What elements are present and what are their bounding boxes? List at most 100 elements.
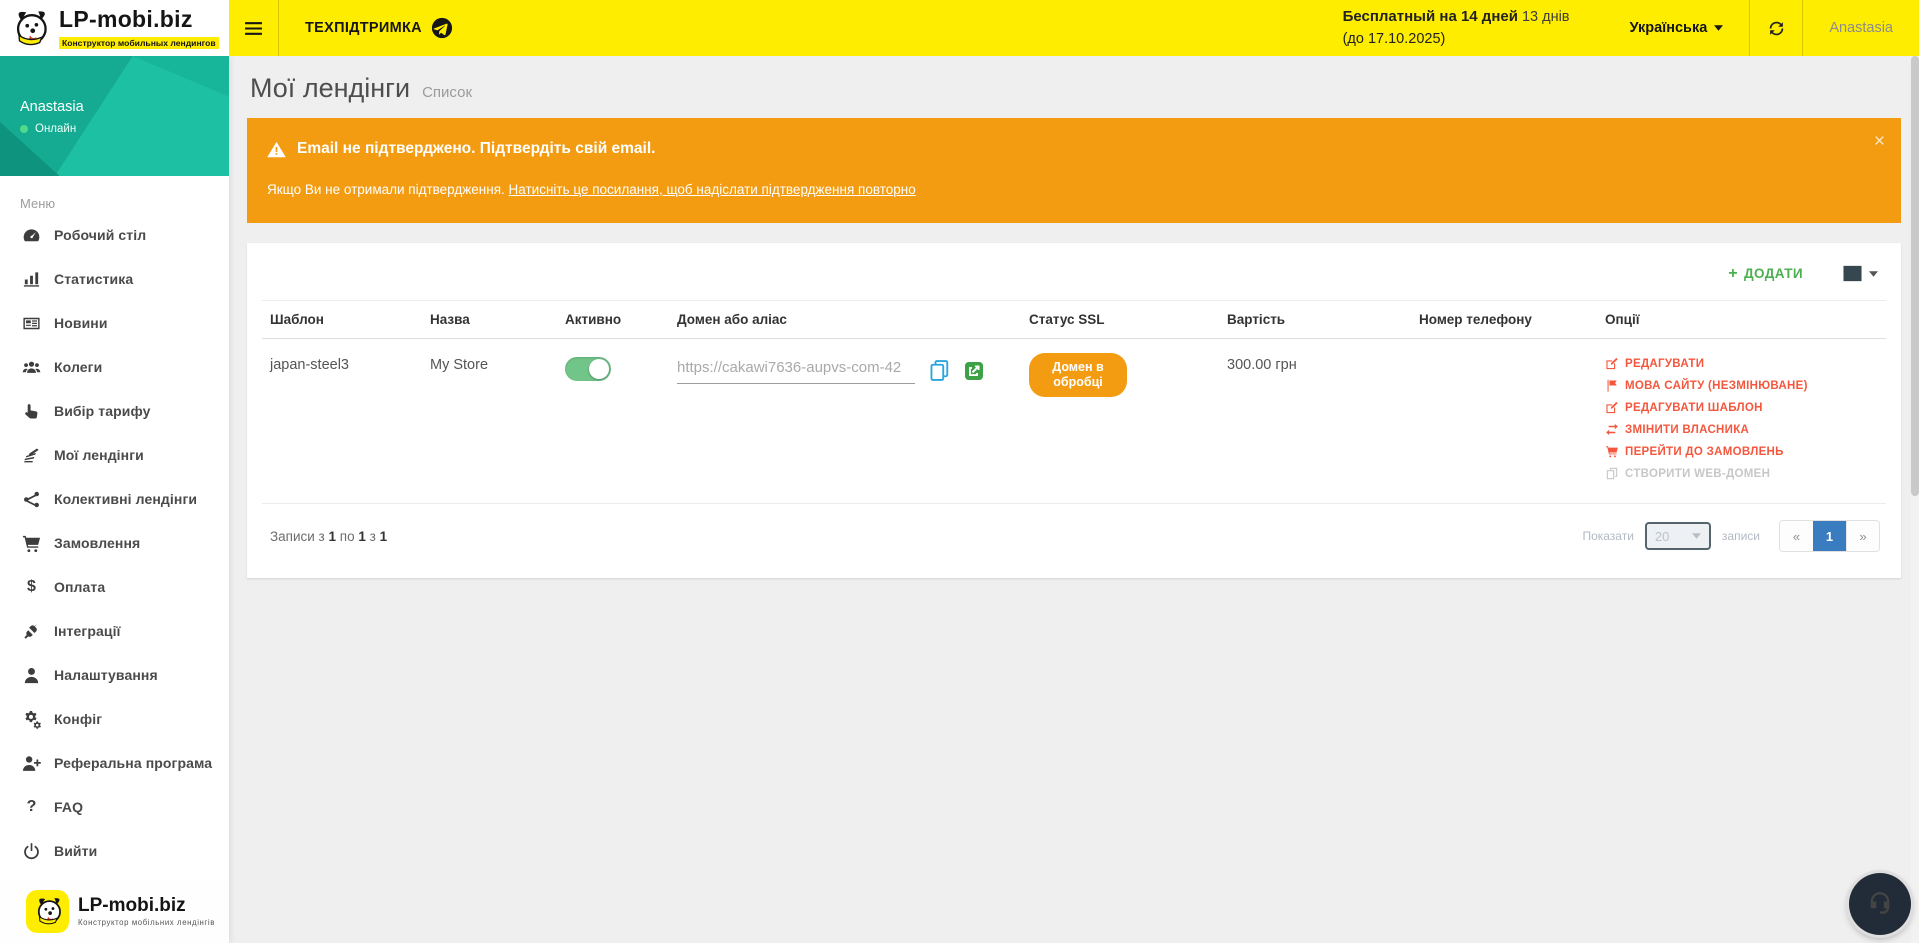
- copy-domain-icon[interactable]: [928, 359, 951, 382]
- alert-message: Якщо Ви не отримали підтвердження. Натис…: [267, 182, 1853, 197]
- sidebar-item-users[interactable]: Колеги: [0, 345, 229, 389]
- alert-title-row: Email не підтверджено. Підтвердіть свій …: [267, 140, 1853, 158]
- page-subtitle: Список: [422, 84, 472, 101]
- table-header-row: ШаблонНазваАктивноДомен або аліасСтатус …: [262, 301, 1886, 339]
- copy-icon: [1605, 467, 1619, 480]
- resend-confirmation-link[interactable]: Натисніть це посилання, щоб надіслати пі…: [509, 182, 916, 197]
- add-landing-button[interactable]: + ДОДАТИ: [1728, 266, 1803, 282]
- domain-input[interactable]: https://cakawi7636-aupvs-com-42: [677, 357, 915, 384]
- column-header: Активно: [557, 301, 669, 339]
- refresh-button[interactable]: [1750, 0, 1802, 56]
- row-option-link[interactable]: МОВА САЙТУ (НЕЗМІНЮВАНЕ): [1605, 379, 1878, 392]
- sidebar-item-label: Замовлення: [54, 535, 140, 551]
- status-label: Онлайн: [35, 123, 76, 135]
- sidebar-item-hand-pointer[interactable]: Вибір тарифу: [0, 389, 229, 433]
- sidebar-user-panel: Anastasia Онлайн: [0, 56, 229, 176]
- topbar-yellow: ТЕХПІДТРИМКА Бесплатный на 14 дней13 дні…: [229, 0, 1919, 56]
- cart-icon: [22, 534, 41, 553]
- headset-icon: [1864, 888, 1896, 920]
- topbar-username[interactable]: Anastasia: [1803, 0, 1919, 56]
- footer-brand-name: LP-mobi.biz: [78, 895, 215, 917]
- row-option-label: ПЕРЕЙТИ ДО ЗАМОВЛЕНЬ: [1625, 446, 1784, 458]
- dollar-icon: $: [22, 578, 41, 597]
- sidebar-item-label: Статистика: [54, 271, 133, 287]
- sidebar-item-landing[interactable]: Мої лендінги: [0, 433, 229, 477]
- sidebar-item-user-plus[interactable]: Реферальна програма: [0, 741, 229, 785]
- dog-logo-icon: [8, 6, 52, 50]
- row-option-link: СТВОРИТИ WEB-ДОМЕН: [1605, 467, 1878, 480]
- sidebar-item-plug[interactable]: Інтеграції: [0, 609, 229, 653]
- column-header: Опції: [1597, 301, 1886, 339]
- question-icon: ?: [22, 798, 41, 817]
- row-option-link[interactable]: ЗМІНИТИ ВЛАСНИКА: [1605, 423, 1878, 436]
- sidebar-item-label: Оплата: [54, 579, 105, 595]
- scrollbar-thumb[interactable]: [1911, 56, 1919, 496]
- refresh-icon: [1768, 20, 1785, 37]
- prev-page-button[interactable]: «: [1780, 521, 1813, 551]
- support-link[interactable]: ТЕХПІДТРИМКА: [305, 17, 453, 39]
- sidebar-item-share[interactable]: Колективні лендінги: [0, 477, 229, 521]
- row-option-link[interactable]: ПЕРЕЙТИ ДО ЗАМОВЛЕНЬ: [1605, 445, 1878, 458]
- sidebar-item-cogs[interactable]: Конфіг: [0, 697, 229, 741]
- open-domain-icon[interactable]: [964, 361, 984, 381]
- records-text: з: [366, 529, 380, 544]
- share-icon: [22, 490, 41, 509]
- trial-plan: Бесплатный на 14 дней: [1343, 8, 1518, 25]
- sidebar-item-label: Робочий стіл: [54, 227, 146, 243]
- footer-logo[interactable]: LP-mobi.biz Конструктор мобільних лендін…: [0, 879, 229, 943]
- page-size-select[interactable]: 20: [1645, 522, 1711, 550]
- page-title: Мої лендінги: [250, 73, 410, 104]
- cogs-icon: [22, 710, 41, 729]
- trial-days: 13 днів: [1522, 9, 1570, 25]
- sidebar-item-news[interactable]: Новини: [0, 301, 229, 345]
- row-option-link[interactable]: РЕДАГУВАТИ ШАБЛОН: [1605, 401, 1878, 414]
- columns-selector[interactable]: [1843, 265, 1878, 282]
- sidebar-item-stats[interactable]: Статистика: [0, 257, 229, 301]
- language-selector[interactable]: Українська: [1604, 0, 1750, 56]
- sidebar-username: Anastasia: [0, 56, 229, 115]
- add-button-label: ДОДАТИ: [1744, 266, 1803, 281]
- email-alert: Email не підтверджено. Підтвердіть свій …: [247, 118, 1901, 223]
- chevron-down-icon: [1869, 271, 1878, 277]
- language-label: Українська: [1630, 20, 1708, 36]
- records-total: 1: [380, 529, 388, 544]
- news-icon: [22, 314, 41, 333]
- sidebar-item-user[interactable]: Налаштування: [0, 653, 229, 697]
- sidebar-item-label: Конфіг: [54, 711, 102, 727]
- table-row: japan-steel3 My Store https://cakawi7636…: [262, 339, 1886, 504]
- page-1-button[interactable]: 1: [1813, 521, 1846, 551]
- support-chat-button[interactable]: [1849, 873, 1911, 935]
- app-logo[interactable]: LP-mobi.biz Конструктор мобильных лендин…: [0, 0, 229, 56]
- sidebar-item-label: Реферальна програма: [54, 755, 212, 771]
- records-label: записи: [1722, 529, 1760, 543]
- sidebar-item-dollar[interactable]: $ Оплата: [0, 565, 229, 609]
- row-option-link[interactable]: РЕДАГУВАТИ: [1605, 357, 1878, 370]
- sidebar-item-question[interactable]: ? FAQ: [0, 785, 229, 829]
- sidebar-toggle-button[interactable]: [229, 0, 279, 56]
- close-icon[interactable]: ×: [1874, 132, 1885, 151]
- column-header: Вартість: [1219, 301, 1411, 339]
- stats-icon: [22, 270, 41, 289]
- chevron-down-icon: [1692, 533, 1701, 539]
- main-content: Мої лендінги Список Email не підтверджен…: [229, 56, 1919, 943]
- active-toggle[interactable]: [565, 357, 611, 381]
- next-page-button[interactable]: »: [1846, 521, 1879, 551]
- table-grid-icon: [1843, 265, 1862, 282]
- cell-phone: [1411, 339, 1597, 504]
- power-icon: [22, 842, 41, 861]
- sidebar-item-cart[interactable]: Замовлення: [0, 521, 229, 565]
- sidebar-item-label: Вибір тарифу: [54, 403, 151, 419]
- sidebar-menu: Робочий стіл Статистика Новини Колеги Ви…: [0, 213, 229, 873]
- sidebar-item-dashboard[interactable]: Робочий стіл: [0, 213, 229, 257]
- sidebar-item-power[interactable]: Вийти: [0, 829, 229, 873]
- menu-section-label: Меню: [0, 176, 229, 213]
- online-dot-icon: [20, 125, 28, 133]
- ssl-status-badge: Домен в обробці: [1029, 353, 1127, 397]
- cell-name: My Store: [422, 339, 557, 504]
- sidebar-item-label: Колективні лендінги: [54, 491, 197, 507]
- sidebar-item-label: Інтеграції: [54, 623, 121, 639]
- toggle-knob: [589, 359, 609, 379]
- page-size-value: 20: [1655, 529, 1669, 544]
- user-icon: [22, 666, 41, 685]
- dog-logo-icon: [31, 894, 65, 928]
